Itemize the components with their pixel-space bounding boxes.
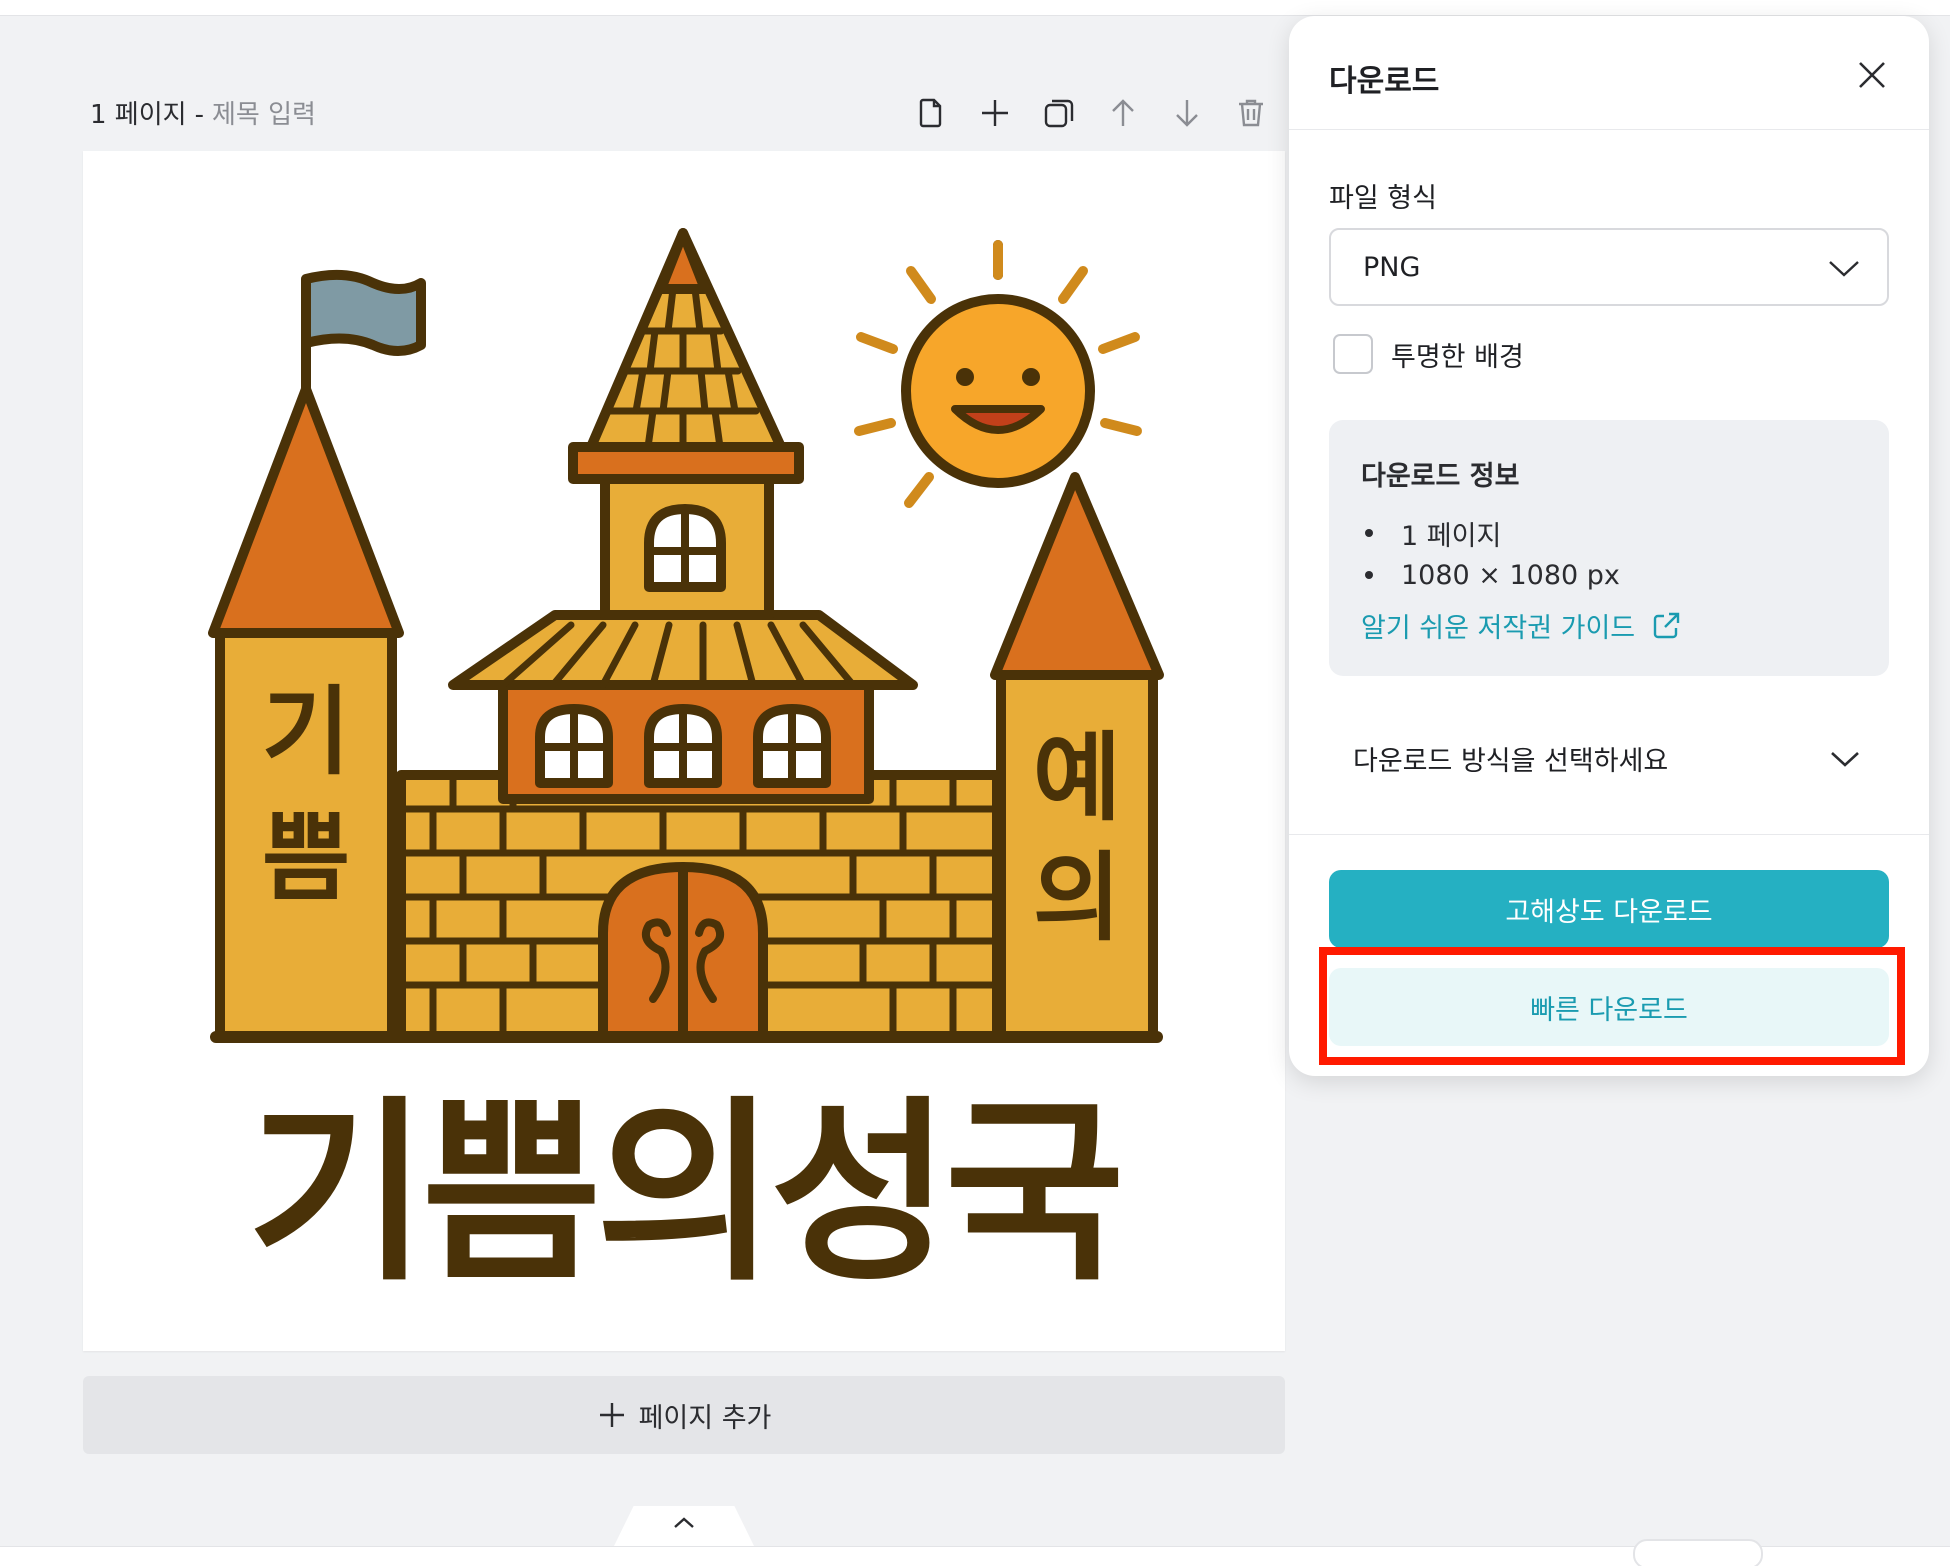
add-element-button[interactable]: [974, 92, 1016, 134]
right-tower-text-2: 의: [1033, 842, 1121, 954]
transparent-bg-label[interactable]: 투명한 배경: [1391, 335, 1524, 374]
castle-logo-illustration: 기 쁨 예 의 기쁨의성국: [208, 228, 1164, 1308]
info-size: 1080 × 1080 px: [1401, 559, 1620, 591]
canvas-headline: 기쁨의성국: [247, 1080, 1119, 1308]
add-note-icon: [919, 98, 942, 128]
duplicate-page-button[interactable]: [1038, 92, 1080, 134]
copyright-guide-link[interactable]: 알기 쉬운 저작권 가이드: [1361, 606, 1681, 645]
external-link-icon: [1653, 612, 1680, 638]
plus-icon: [982, 100, 1008, 126]
hires-download-button[interactable]: 고해상도 다운로드: [1329, 870, 1889, 948]
download-info-box: 다운로드 정보 1 페이지 1080 × 1080 px 알기 쉬운 저작권 가…: [1329, 420, 1889, 676]
page-title-input[interactable]: 제목 입력: [212, 100, 316, 130]
info-pages: 1 페이지: [1401, 520, 1502, 552]
transparent-bg-option: 투명한 배경: [1333, 334, 1524, 374]
close-button[interactable]: [1851, 54, 1893, 96]
move-page-down-button[interactable]: [1166, 92, 1208, 134]
zoom-control[interactable]: [1633, 1539, 1763, 1566]
chevron-down-icon: [1831, 752, 1859, 767]
expand-pages-tab[interactable]: [614, 1506, 754, 1546]
add-page-label: 페이지 추가: [638, 1402, 772, 1434]
right-tower-text-1: 예: [1033, 722, 1121, 834]
chevron-down-icon: [1829, 261, 1859, 277]
download-method-select[interactable]: 다운로드 방식을 선택하세요: [1329, 722, 1889, 794]
copyright-guide-label: 알기 쉬운 저작권 가이드: [1361, 613, 1636, 644]
bottom-bar: [0, 1539, 1950, 1566]
highlight-box: [1319, 947, 1905, 1065]
download-panel: 다운로드 파일 형식 PNG 투명한 배경 다운로드 정보 1 페이지 1080…: [1289, 16, 1929, 1076]
duplicate-icon: [1044, 99, 1074, 128]
sun-icon: [854, 240, 1142, 508]
download-panel-header: 다운로드: [1289, 16, 1929, 130]
close-icon: [1859, 62, 1885, 88]
page-title-separator: -: [194, 100, 204, 130]
page-header: 1 페이지 - 제목 입력: [90, 94, 316, 131]
divider: [1289, 834, 1929, 835]
download-method-label: 다운로드 방식을 선택하세요: [1353, 745, 1669, 777]
add-page-button[interactable]: 페이지 추가: [83, 1376, 1285, 1454]
list-item: 1080 × 1080 px: [1361, 554, 1620, 596]
arrow-up-icon: [1112, 99, 1134, 126]
file-format-label: 파일 형식: [1329, 183, 1437, 214]
top-toolbar-strip: [0, 0, 1950, 16]
list-item: 1 페이지: [1361, 512, 1620, 554]
download-panel-title: 다운로드: [1329, 64, 1440, 99]
left-tower-text-2: 쁨: [262, 802, 350, 914]
transparent-bg-checkbox[interactable]: [1333, 334, 1373, 374]
plus-icon: [599, 1403, 624, 1427]
download-info-list: 1 페이지 1080 × 1080 px: [1361, 512, 1620, 596]
add-note-button[interactable]: [910, 92, 952, 134]
left-tower-text-1: 기: [262, 676, 350, 788]
file-format-value: PNG: [1363, 251, 1421, 283]
page-number-label: 1 페이지: [90, 100, 187, 130]
delete-page-button[interactable]: [1230, 92, 1272, 134]
chevron-up-icon: [674, 1517, 694, 1528]
arrow-down-icon: [1176, 100, 1198, 127]
download-info-title: 다운로드 정보: [1361, 461, 1520, 492]
page-toolbar: [910, 92, 1272, 134]
design-canvas[interactable]: 기 쁨 예 의 기쁨의성국: [83, 151, 1285, 1351]
file-format-select[interactable]: PNG: [1329, 228, 1889, 306]
move-page-up-button[interactable]: [1102, 92, 1144, 134]
trash-icon: [1239, 99, 1263, 127]
